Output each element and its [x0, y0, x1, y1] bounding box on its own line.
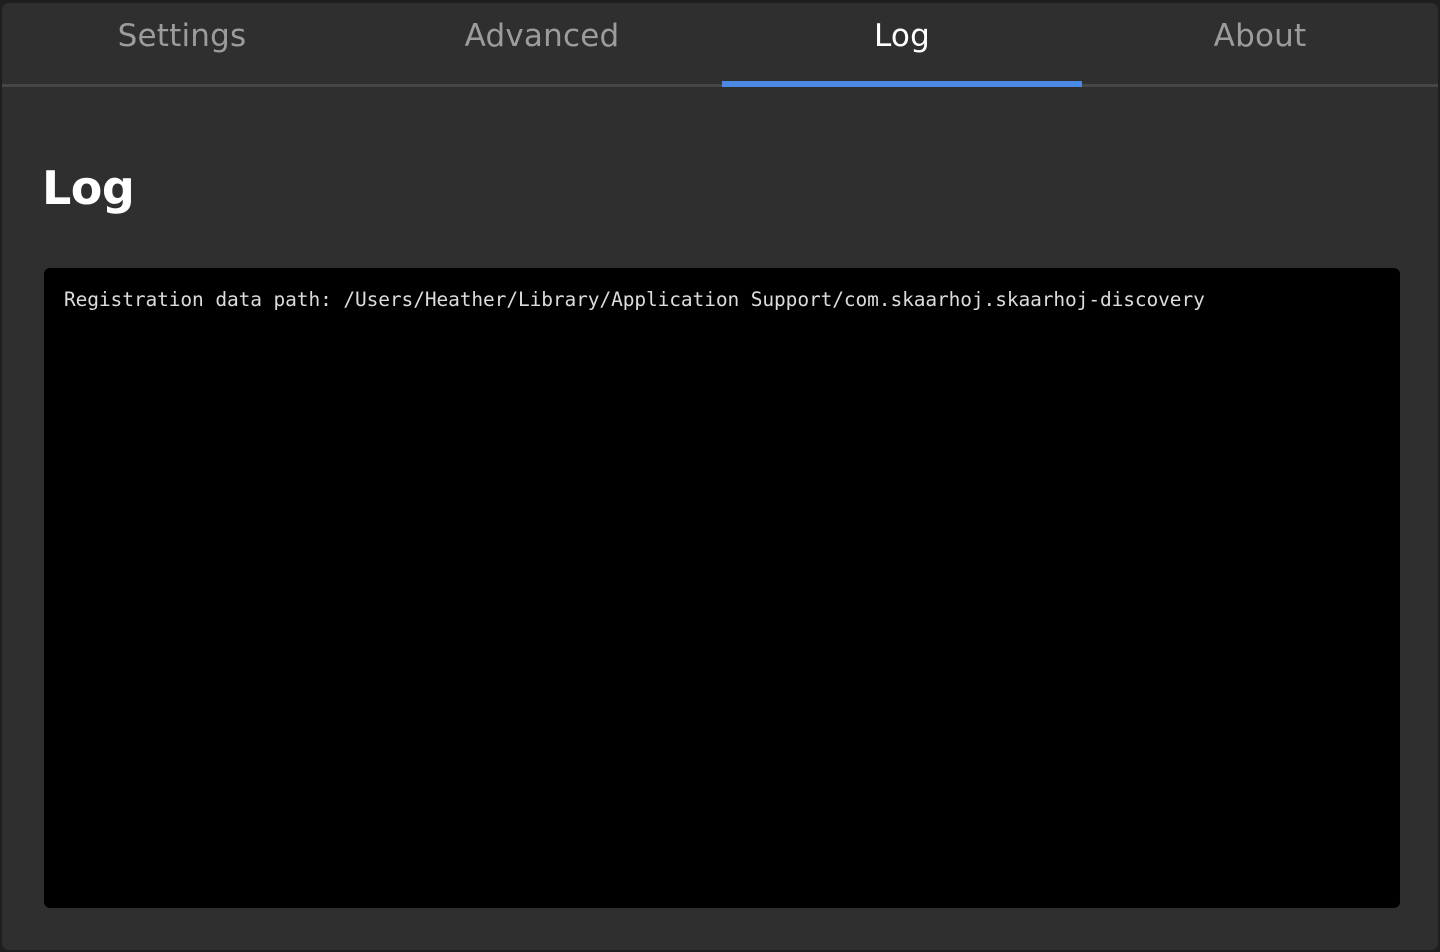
tab-advanced[interactable]: Advanced: [362, 3, 722, 84]
page-title: Log: [42, 161, 135, 215]
tab-log-label: Log: [874, 18, 930, 54]
tab-about-label: About: [1213, 18, 1307, 54]
log-console[interactable]: Registration data path: /Users/Heather/L…: [44, 268, 1400, 908]
tab-settings-label: Settings: [117, 18, 247, 54]
tab-settings[interactable]: Settings: [2, 3, 362, 84]
log-line: Registration data path: /Users/Heather/L…: [64, 288, 1205, 311]
tab-about[interactable]: About: [1082, 3, 1438, 84]
tab-advanced-label: Advanced: [464, 18, 620, 54]
active-tab-indicator: [722, 81, 1082, 87]
tab-bar: Settings Advanced Log About: [2, 3, 1438, 87]
app-window: Settings Advanced Log About Log Registra…: [2, 3, 1438, 950]
tab-log[interactable]: Log: [722, 3, 1082, 87]
